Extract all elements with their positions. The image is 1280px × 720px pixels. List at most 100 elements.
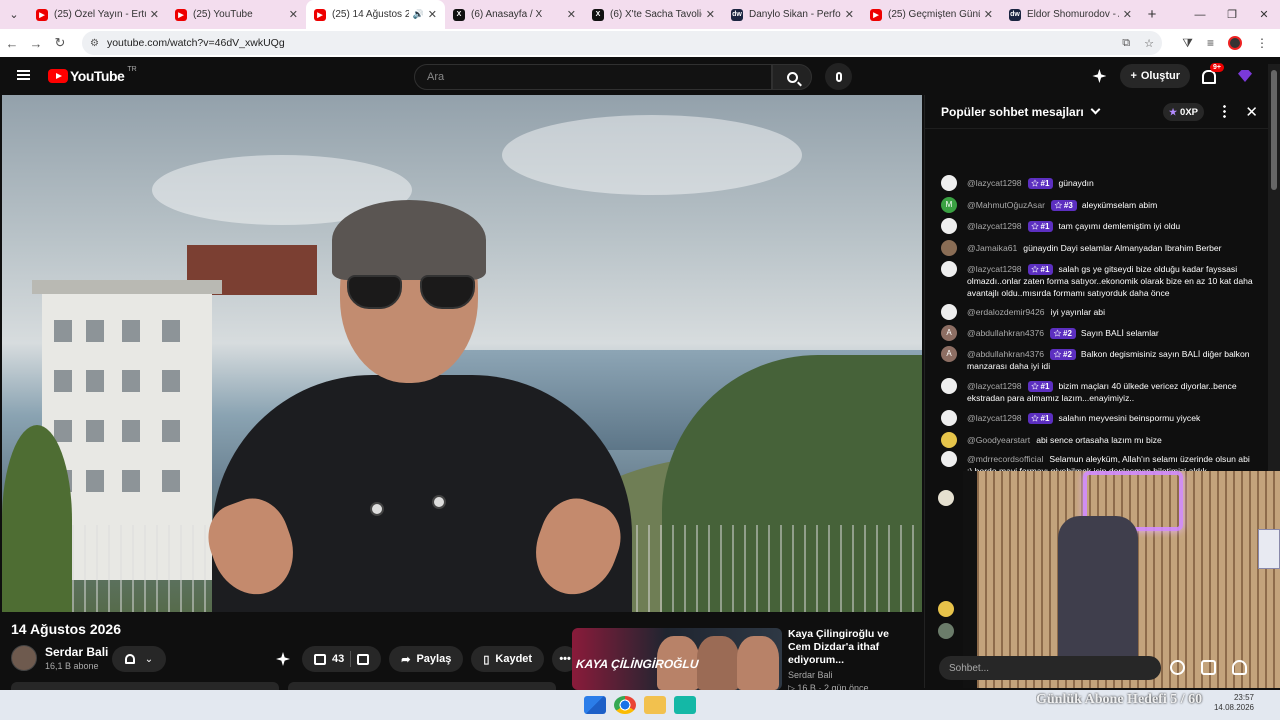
chat-author-name[interactable]: @lazycat1298 [967, 381, 1022, 391]
chat-author-name[interactable]: @abdullahkran4376 [967, 328, 1044, 338]
browser-tab-active[interactable]: ▶ (25) 14 Ağustos 2026 🔊 ✕ [306, 0, 445, 29]
chat-author-avatar[interactable]: M [941, 197, 957, 213]
chat-author-avatar[interactable]: A [941, 325, 957, 341]
create-label: Oluştur [1140, 70, 1180, 82]
browser-menu-icon[interactable]: ⋮ [1256, 36, 1268, 50]
tab-search-icon[interactable]: ⌄ [0, 8, 28, 21]
chat-header[interactable]: Popüler sohbet mesajları ★ 0XP ✕ [925, 95, 1268, 129]
chat-author-avatar[interactable] [941, 261, 957, 277]
super-chat-icon[interactable] [1201, 660, 1216, 675]
browser-tab[interactable]: dw Eldor Shomurodov - Ayrın ✕ [1001, 0, 1140, 29]
cast-icon[interactable]: ⧉ [1122, 37, 1130, 50]
chat-author-name[interactable]: @erdalozdemir9426 [967, 307, 1045, 317]
recommended-info[interactable]: Kaya Çilingiroğlu ve Cem Dizdar'a ithaf … [788, 628, 908, 694]
search-input[interactable]: Ara [414, 64, 772, 90]
chat-author-name[interactable]: @lazycat1298 [967, 413, 1022, 423]
chat-author-avatar[interactable] [941, 240, 957, 256]
chat-author-avatar[interactable] [941, 218, 957, 234]
new-tab-button[interactable]: + [1140, 6, 1164, 23]
chat-author-name[interactable]: @MahmutOğuzAsar [967, 200, 1045, 210]
chat-message-body: @Goodyearstart abi sence ortasaha lazım m… [967, 434, 1255, 446]
url-field[interactable]: ⚙ youtube.com/watch?v=46dV_xwkUQg ⧉ ☆ [82, 31, 1162, 55]
chat-author-name[interactable]: @abdullahkran4376 [967, 349, 1044, 359]
like-count[interactable]: 43 [332, 653, 344, 665]
reload-icon[interactable]: ↻ [48, 35, 72, 51]
youtube-logo[interactable]: YouTube TR [48, 66, 137, 84]
start-icon[interactable] [584, 696, 606, 714]
media-controls-icon[interactable]: ≡ [1207, 36, 1214, 50]
close-chat-icon[interactable]: ✕ [1245, 103, 1258, 121]
search-button[interactable] [772, 64, 812, 90]
close-window-icon[interactable]: ✕ [1248, 0, 1280, 29]
notifications-icon[interactable]: 9+ [1200, 63, 1224, 84]
save-button[interactable]: ▯ Kaydet [471, 646, 545, 672]
channel-name[interactable]: Serdar Bali [45, 645, 108, 659]
chat-author-name[interactable]: @lazycat1298 [967, 178, 1022, 188]
share-icon: ➦ [401, 653, 411, 666]
close-tab-icon[interactable]: ✕ [150, 8, 159, 21]
bookmark-star-icon[interactable]: ☆ [1144, 37, 1154, 50]
chat-author-name[interactable]: @Jamaika61 [967, 243, 1017, 253]
sparkle-icon[interactable] [276, 652, 290, 666]
chat-author-avatar[interactable] [941, 451, 957, 467]
file-explorer-icon[interactable] [644, 696, 666, 714]
chevron-down-icon[interactable] [1090, 104, 1101, 115]
chat-author-avatar[interactable]: A [941, 346, 957, 362]
chrome-icon[interactable] [614, 696, 636, 714]
premium-gem-icon[interactable] [1238, 70, 1252, 82]
close-tab-icon[interactable]: ✕ [706, 8, 715, 21]
back-icon[interactable]: ← [0, 36, 24, 51]
close-tab-icon[interactable]: ✕ [428, 8, 437, 21]
recommended-title[interactable]: Kaya Çilingiroğlu ve Cem Dizdar'a ithaf … [788, 628, 908, 667]
extensions-icon[interactable]: ⧩ [1182, 36, 1193, 51]
speaker-icon[interactable]: 🔊 [413, 9, 424, 20]
site-info-icon[interactable]: ⚙ [90, 38, 99, 49]
chat-input[interactable]: Sohbet... [939, 656, 1161, 680]
tab-title: Danylo Sikan - Performan [749, 9, 841, 20]
sparkle-icon[interactable] [1092, 69, 1107, 83]
chat-author-avatar[interactable] [941, 432, 957, 448]
browser-tab[interactable]: ▶ (25) Geçmişten Günümüz ✕ [862, 0, 1001, 29]
close-tab-icon[interactable]: ✕ [289, 8, 298, 21]
chat-author-avatar[interactable] [941, 304, 957, 320]
chat-author-name[interactable]: @mdrrecordsofficial [967, 454, 1043, 464]
channel-avatar[interactable] [11, 645, 37, 671]
chat-author-avatar[interactable] [941, 378, 957, 394]
chat-author-name[interactable]: @Goodyearstart [967, 435, 1030, 445]
scrollbar-thumb[interactable] [1271, 70, 1277, 190]
close-tab-icon[interactable]: ✕ [984, 8, 993, 21]
minimize-icon[interactable]: — [1184, 0, 1216, 29]
browser-tab[interactable]: ▶ (25) Özel Yayın - Ertuğrul ✕ [28, 0, 167, 29]
share-button[interactable]: ➦ Paylaş [389, 646, 464, 672]
recommended-thumbnail[interactable]: KAYA ÇİLİNGİROĞLU [572, 628, 782, 690]
browser-tab[interactable]: ▶ (25) YouTube ✕ [167, 0, 306, 29]
menu-icon[interactable] [17, 70, 30, 80]
chat-mode-label[interactable]: Popüler sohbet mesajları [941, 105, 1084, 119]
chat-author-name[interactable]: @lazycat1298 [967, 221, 1022, 231]
subscription-bell-button[interactable]: ⌄ [112, 646, 166, 672]
app-icon[interactable] [674, 696, 696, 714]
close-tab-icon[interactable]: ✕ [1123, 8, 1132, 21]
heart-icon[interactable] [1232, 660, 1247, 675]
dislike-icon[interactable] [357, 653, 370, 665]
browser-tab[interactable]: X (6) X'te Sacha Tavolieri: " ✕ [584, 0, 723, 29]
video-player[interactable] [2, 95, 922, 612]
forward-icon[interactable]: → [24, 36, 48, 51]
like-icon[interactable] [314, 653, 326, 665]
browser-tab[interactable]: X (6) Anasayfa / X ✕ [445, 0, 584, 29]
create-button[interactable]: + Oluştur [1120, 64, 1190, 88]
close-tab-icon[interactable]: ✕ [567, 8, 576, 21]
voice-search-button[interactable] [825, 63, 852, 90]
chat-author-avatar[interactable] [941, 410, 957, 426]
chat-author-name[interactable]: @lazycat1298 [967, 264, 1022, 274]
close-tab-icon[interactable]: ✕ [845, 8, 854, 21]
comment-box[interactable] [288, 682, 556, 690]
maximize-icon[interactable]: ❐ [1216, 0, 1248, 29]
more-vert-icon[interactable] [1223, 104, 1226, 118]
chat-author-avatar[interactable] [941, 175, 957, 191]
browser-tab[interactable]: dw Danylo Sikan - Performan ✕ [723, 0, 862, 29]
xp-badge[interactable]: ★ 0XP [1162, 103, 1204, 121]
description-box[interactable] [11, 682, 279, 690]
profile-avatar[interactable] [1228, 36, 1242, 50]
emoji-icon[interactable] [1170, 660, 1185, 675]
